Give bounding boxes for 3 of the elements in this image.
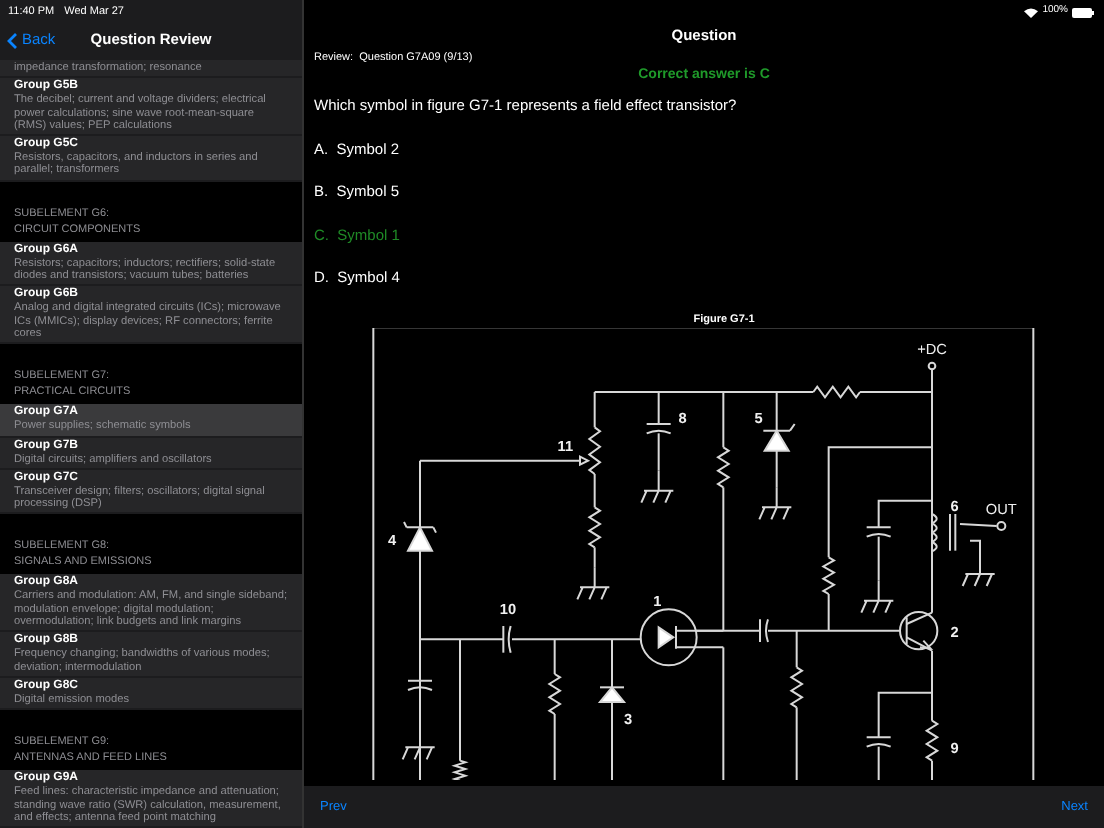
battery-icon [1072, 7, 1094, 17]
wifi-icon [1024, 7, 1039, 17]
back-chevron-icon [6, 31, 18, 49]
